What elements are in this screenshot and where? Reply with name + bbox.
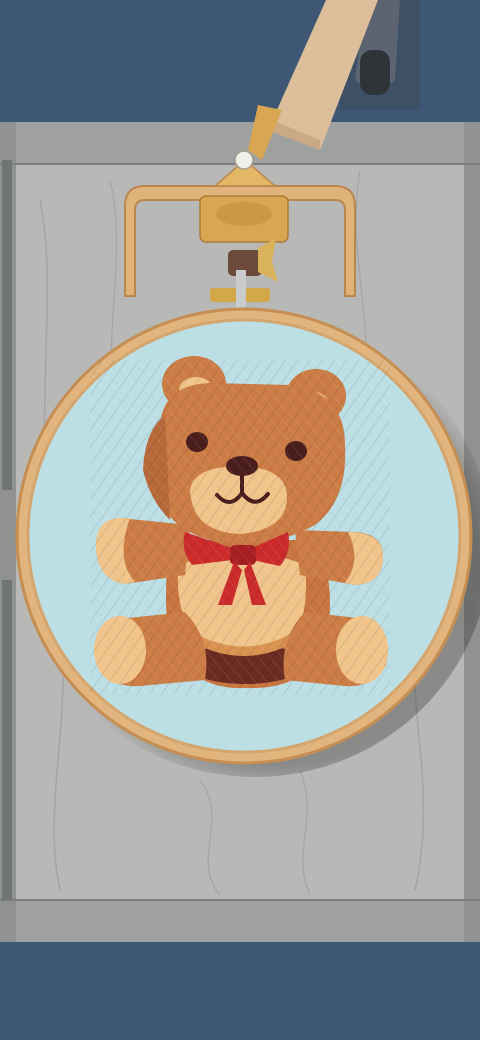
teddy-bear-embroidery-icon [90,356,390,695]
embroidery-game-scene [0,0,480,1040]
